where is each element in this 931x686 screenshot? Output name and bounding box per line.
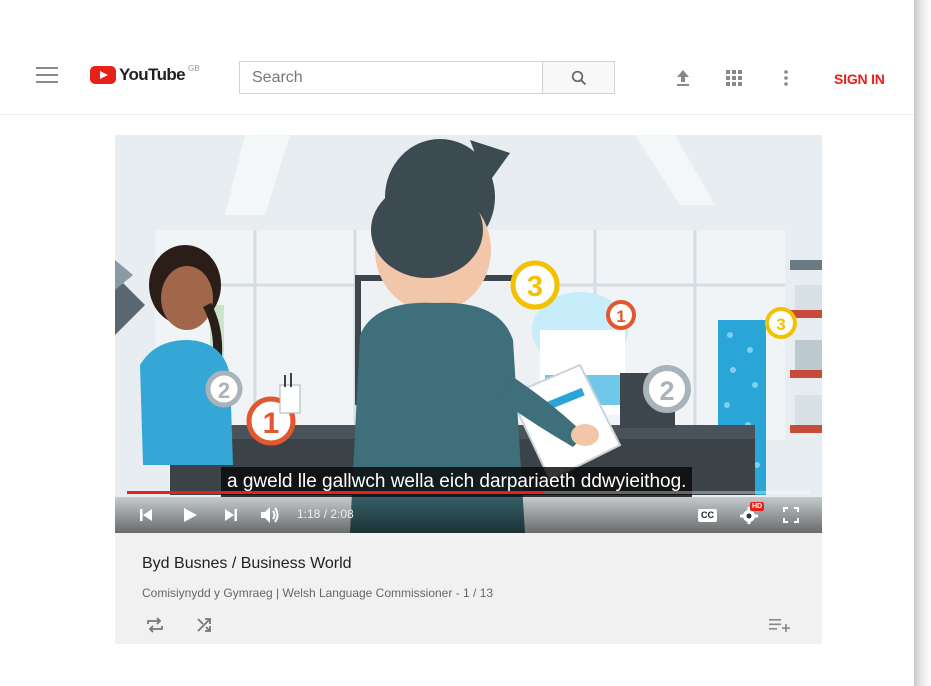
previous-icon[interactable] (139, 506, 153, 524)
play-logo-icon (90, 66, 116, 84)
next-icon[interactable] (224, 506, 238, 524)
apps-icon[interactable] (725, 69, 743, 87)
settings-icon[interactable]: HD (740, 502, 765, 524)
video-player[interactable]: 3 1 3 2 2 1 a gweld lle gallwch wella ei… (115, 135, 822, 533)
logo-text: YouTube (119, 65, 186, 84)
menu-icon[interactable] (36, 67, 58, 83)
scene-badge-2: 2 (659, 376, 674, 406)
loop-icon[interactable] (145, 615, 165, 635)
scene-badge-3-small: 3 (776, 315, 785, 334)
play-icon[interactable] (182, 506, 198, 524)
search-input[interactable]: Search (239, 61, 543, 94)
progress-fill (127, 491, 544, 494)
youtube-logo[interactable]: YouTube GB (90, 64, 200, 86)
more-icon[interactable] (777, 69, 795, 87)
region-label: GB (188, 63, 200, 73)
search-icon (571, 70, 586, 85)
channel-playlist-label[interactable]: Comisiynydd y Gymraeg | Welsh Language C… (142, 586, 493, 600)
sign-in-button[interactable]: SIGN IN (834, 71, 885, 87)
volume-icon[interactable] (260, 506, 280, 524)
add-to-playlist-icon[interactable] (769, 615, 791, 635)
masthead: YouTube GB Search SIGN IN (0, 42, 914, 115)
upload-icon[interactable] (674, 69, 692, 87)
scene-badge-2-left: 2 (218, 378, 230, 403)
cc-icon: CC (698, 508, 717, 522)
page: YouTube GB Search SIGN IN 3 1 3 2 2 1 a … (0, 0, 914, 686)
search-button[interactable] (543, 61, 615, 94)
scene-badge-1: 1 (616, 307, 625, 326)
scene-badge-3: 3 (527, 271, 543, 303)
shuffle-icon[interactable] (195, 615, 215, 635)
player-controls: 1:18 / 2:08 CC HD (115, 497, 822, 533)
progress-bar[interactable] (127, 491, 810, 494)
time-display: 1:18 / 2:08 (297, 507, 354, 521)
video-title[interactable]: Byd Busnes / Business World (142, 555, 352, 573)
page-edge-shadow (914, 0, 931, 686)
fullscreen-icon[interactable] (783, 506, 799, 524)
captions-button[interactable]: CC (698, 506, 717, 524)
playlist-info-panel: Byd Busnes / Business World Comisiynydd … (115, 533, 822, 644)
hd-badge: HD (750, 502, 765, 511)
scene-badge-1-large: 1 (263, 407, 280, 440)
